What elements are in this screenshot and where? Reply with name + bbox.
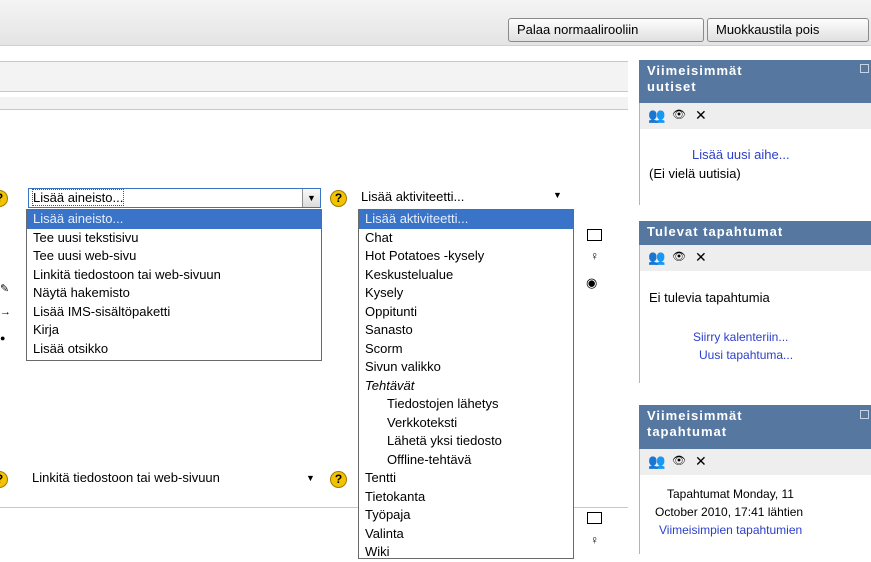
news-title-line1: Viimeisimmät bbox=[647, 63, 743, 78]
delete-icon[interactable]: ✕ bbox=[695, 107, 707, 124]
roles-icon[interactable]: 👥 bbox=[648, 107, 665, 124]
delete-icon[interactable]: ✕ bbox=[695, 453, 707, 470]
recent-title-line2: tapahtumat bbox=[647, 424, 728, 439]
chevron-down-icon[interactable]: ▼ bbox=[302, 189, 320, 207]
activity-option[interactable]: Offline-tehtävä bbox=[359, 451, 573, 470]
lightbulb-icon[interactable]: ♀ bbox=[590, 249, 599, 263]
news-block-title: Viimeisimmät uutiset bbox=[639, 60, 871, 103]
activity-option[interactable]: Chat bbox=[359, 229, 573, 248]
add-resource-select[interactable]: Lisää aineisto... bbox=[28, 188, 321, 208]
activity-option[interactable]: Työpaja bbox=[359, 506, 573, 525]
block-icon[interactable] bbox=[587, 512, 602, 524]
recent-title-line1: Viimeisimmät bbox=[647, 408, 743, 423]
activity-option[interactable]: Sanasto bbox=[359, 321, 573, 340]
add-resource-value-2: Linkitä tiedostoon tai web-sivuun bbox=[32, 470, 220, 485]
add-activity-select[interactable]: Lisää aktiviteetti... bbox=[357, 188, 573, 208]
activity-option[interactable]: Lähetä yksi tiedosto bbox=[359, 432, 573, 451]
new-event-link[interactable]: Uusi tapahtuma... bbox=[699, 348, 793, 362]
resource-option[interactable]: Tee uusi tekstisivu bbox=[27, 229, 321, 248]
collapse-icon[interactable] bbox=[860, 410, 869, 419]
section-strip bbox=[0, 97, 628, 109]
chevron-down-icon[interactable]: ▼ bbox=[306, 473, 315, 483]
activity-option[interactable]: Wiki bbox=[359, 543, 573, 562]
recent-block-body: Tapahtumat Monday, 11 October 2010, 17:4… bbox=[639, 475, 871, 554]
roles-icon[interactable]: 👥 bbox=[648, 249, 665, 266]
resource-option[interactable]: Tee uusi web-sivu bbox=[27, 247, 321, 266]
help-icon[interactable]: ? bbox=[330, 190, 347, 207]
add-resource-value: Lisää aineisto... bbox=[31, 189, 125, 206]
activity-option[interactable]: Tietokanta bbox=[359, 488, 573, 507]
activity-option[interactable]: Keskustelualue bbox=[359, 266, 573, 285]
upcoming-block-title: Tulevat tapahtumat bbox=[639, 221, 871, 245]
add-resource-dropdown: Lisää aineisto... Tee uusi tekstisivu Te… bbox=[26, 209, 322, 361]
editing-mode-off-button[interactable]: Muokkaustila pois bbox=[707, 18, 869, 42]
recent-since-text: Tapahtumat Monday, 11 bbox=[667, 487, 794, 501]
activity-option[interactable]: Scorm bbox=[359, 340, 573, 359]
divider bbox=[0, 91, 628, 92]
activity-option[interactable]: Tentti bbox=[359, 469, 573, 488]
activity-option[interactable]: Oppitunti bbox=[359, 303, 573, 322]
course-section-header bbox=[0, 61, 628, 91]
news-block-body: Lisää uusi aihe... (Ei vielä uutisia) bbox=[639, 129, 871, 205]
upcoming-block-body: Ei tulevia tapahtumia Siirry kalenteriin… bbox=[639, 271, 871, 383]
indent-icon[interactable]: → bbox=[0, 306, 11, 318]
calendar-link[interactable]: Siirry kalenteriin... bbox=[693, 330, 788, 344]
activity-option[interactable]: Valinta bbox=[359, 525, 573, 544]
collapse-icon[interactable] bbox=[860, 64, 869, 73]
upcoming-block-controls: 👥 👁 ✕ bbox=[639, 245, 871, 271]
help-icon[interactable]: ? bbox=[0, 190, 8, 207]
delete-icon[interactable]: ✕ bbox=[695, 249, 707, 266]
activity-option[interactable]: Lisää aktiviteetti... bbox=[359, 210, 573, 229]
add-resource-select-2[interactable]: Linkitä tiedostoon tai web-sivuun bbox=[28, 469, 321, 489]
activity-option[interactable]: Hot Potatoes -kysely bbox=[359, 247, 573, 266]
news-block-controls: 👥 👁 ✕ bbox=[639, 103, 871, 129]
lightbulb-icon[interactable]: ♀ bbox=[590, 533, 599, 547]
recent-block-controls: 👥 👁 ✕ bbox=[639, 449, 871, 475]
chevron-down-icon[interactable]: ▼ bbox=[553, 190, 562, 200]
move-icon[interactable]: ✎ bbox=[0, 282, 9, 295]
activity-option[interactable]: Verkkoteksti bbox=[359, 414, 573, 433]
recent-block-title: Viimeisimmät tapahtumat bbox=[639, 405, 871, 449]
divider bbox=[0, 109, 628, 110]
news-empty-text: (Ei vielä uutisia) bbox=[649, 166, 741, 181]
activity-option[interactable]: Sivun valikko bbox=[359, 358, 573, 377]
divider bbox=[0, 61, 628, 62]
hide-icon[interactable]: 👁 bbox=[672, 108, 686, 121]
add-activity-dropdown: Lisää aktiviteetti... Chat Hot Potatoes -k… bbox=[358, 209, 574, 559]
upcoming-empty-text: Ei tulevia tapahtumia bbox=[649, 290, 770, 305]
eye-icon[interactable]: ◉ bbox=[586, 275, 597, 291]
help-icon[interactable]: ? bbox=[330, 471, 347, 488]
hide-icon[interactable]: 👁 bbox=[672, 454, 686, 467]
resource-option[interactable]: Lisää aineisto... bbox=[27, 210, 321, 229]
hide-icon[interactable]: 👁 bbox=[672, 250, 686, 263]
resource-option[interactable]: Lisää IMS-sisältöpaketti bbox=[27, 303, 321, 322]
bullet-icon: ● bbox=[0, 333, 6, 343]
activity-option-group: Tehtävät bbox=[365, 377, 415, 393]
help-icon[interactable]: ? bbox=[0, 471, 8, 488]
recent-full-link[interactable]: Viimeisimpien tapahtumien bbox=[659, 523, 802, 537]
activity-option[interactable]: Kysely bbox=[359, 284, 573, 303]
return-normal-role-button[interactable]: Palaa normaalirooliin bbox=[508, 18, 704, 42]
activity-option[interactable]: Tiedostojen lähetys bbox=[359, 395, 573, 414]
resource-option[interactable]: Linkitä tiedostoon tai web-sivuun bbox=[27, 266, 321, 285]
roles-icon[interactable]: 👥 bbox=[648, 453, 665, 470]
recent-since-date: October 2010, 17:41 lähtien bbox=[655, 505, 804, 519]
block-icon[interactable] bbox=[587, 229, 602, 241]
resource-option[interactable]: Kirja bbox=[27, 321, 321, 340]
resource-option[interactable]: Lisää otsikko bbox=[27, 340, 321, 359]
add-activity-value: Lisää aktiviteetti... bbox=[361, 189, 465, 204]
news-title-line2: uutiset bbox=[647, 79, 697, 94]
resource-option[interactable]: Näytä hakemisto bbox=[27, 284, 321, 303]
add-news-link[interactable]: Lisää uusi aihe... bbox=[692, 147, 790, 162]
